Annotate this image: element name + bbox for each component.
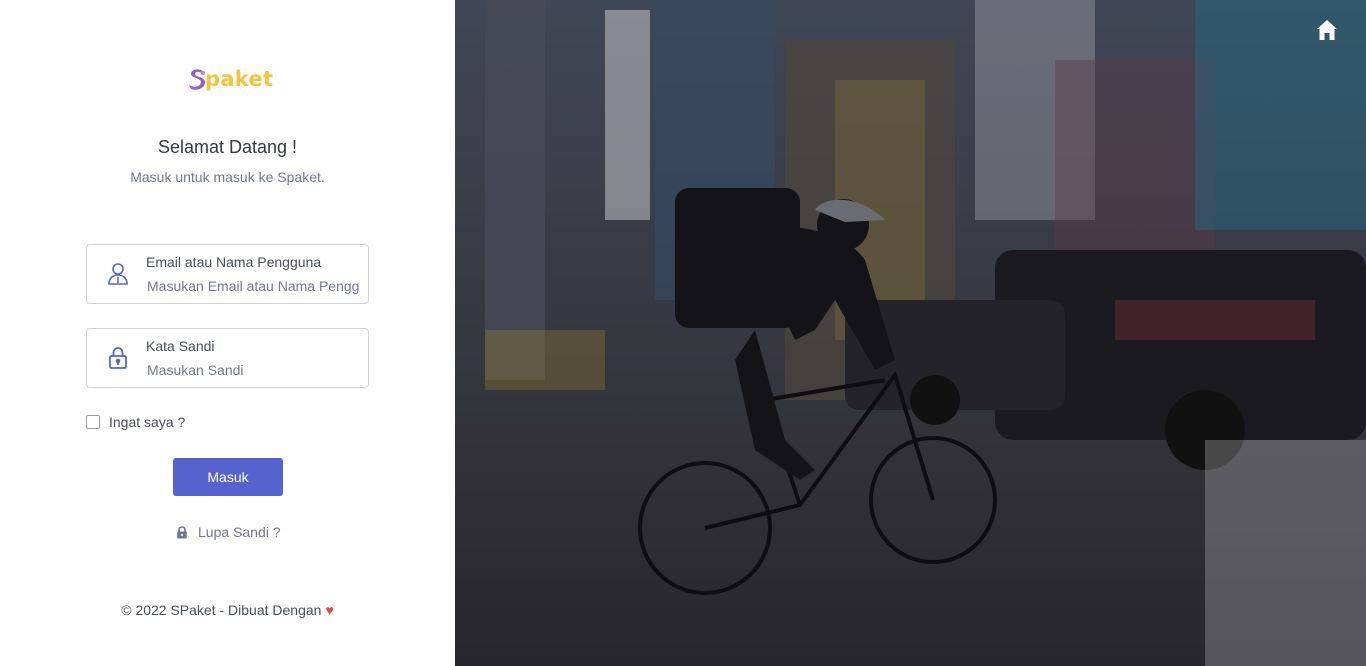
home-icon[interactable] — [1316, 19, 1338, 41]
footer-text: © 2022 SPaket - Dibuat Dengan — [121, 602, 322, 618]
remember-label[interactable]: Ingat saya ? — [109, 414, 185, 430]
footer: © 2022 SPaket - Dibuat Dengan ♥ — [0, 602, 455, 618]
password-label: Kata Sandi — [146, 338, 215, 354]
forgot-password-link[interactable]: Lupa Sandi ? — [176, 524, 281, 540]
password-field[interactable]: Kata Sandi — [86, 328, 369, 388]
hero-image — [455, 0, 1366, 666]
login-panel: paket Selamat Datang ! Masuk untuk masuk… — [0, 0, 455, 666]
username-input[interactable] — [147, 276, 359, 296]
user-icon — [108, 263, 128, 285]
remember-checkbox[interactable] — [86, 415, 100, 429]
forgot-password-label[interactable]: Lupa Sandi ? — [198, 524, 281, 540]
spaket-logo-mark-icon — [189, 69, 206, 90]
page-title: Selamat Datang ! — [157, 137, 298, 157]
password-input[interactable] — [147, 360, 359, 380]
brand-logo[interactable]: paket — [188, 66, 273, 92]
lock-icon — [109, 347, 127, 369]
username-field[interactable]: Email atau Nama Pengguna — [86, 244, 369, 304]
heart-icon: ♥ — [325, 602, 334, 618]
image-overlay — [455, 0, 1366, 666]
brand-name: paket — [205, 67, 274, 91]
remember-me[interactable]: Ingat saya ? — [86, 414, 185, 430]
username-label: Email atau Nama Pengguna — [146, 254, 322, 270]
page-subtitle: Masuk untuk masuk ke Spaket. — [130, 169, 325, 185]
lock-icon — [177, 525, 187, 538]
login-button[interactable]: Masuk — [173, 458, 283, 496]
